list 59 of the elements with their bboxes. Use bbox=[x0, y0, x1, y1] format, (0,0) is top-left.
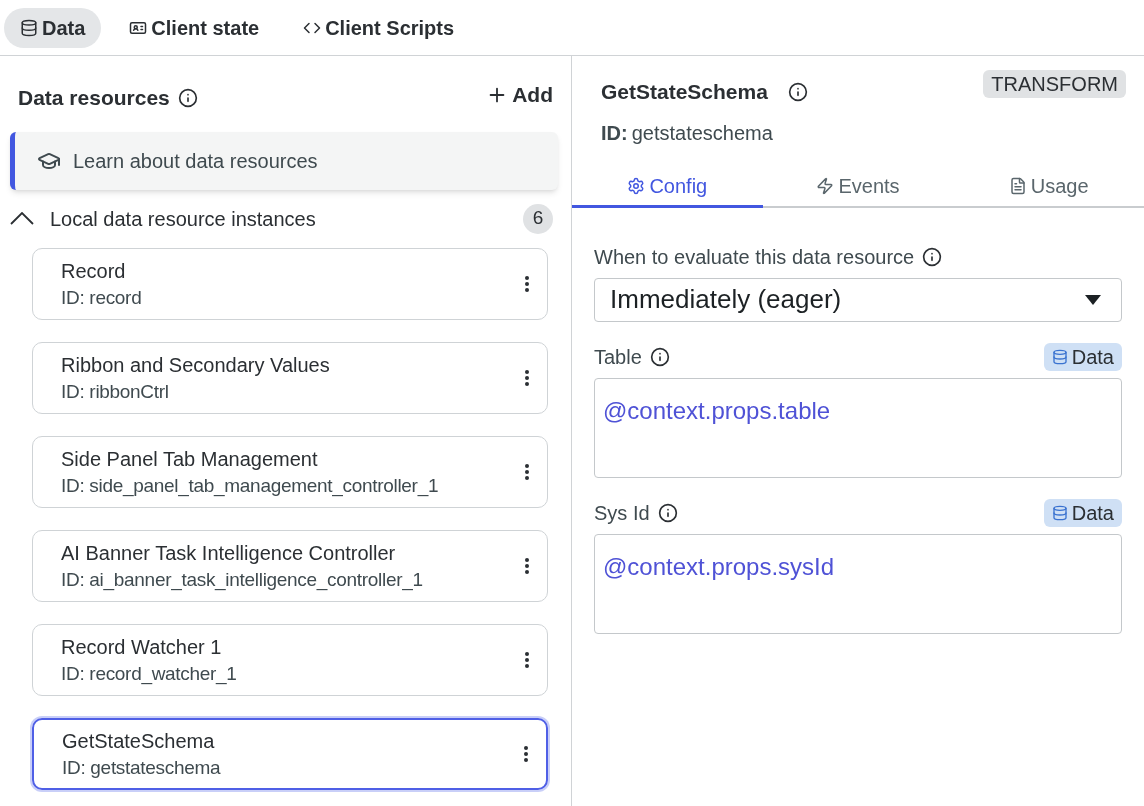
more-icon bbox=[525, 275, 529, 292]
more-icon bbox=[524, 745, 528, 762]
more-icon bbox=[525, 557, 529, 574]
info-icon bbox=[657, 502, 678, 523]
more-icon bbox=[525, 463, 529, 480]
resource-name: Record Watcher 1 bbox=[61, 634, 223, 660]
section-toggle[interactable]: Local data resource instances bbox=[10, 203, 316, 234]
resource-id: ID: side_panel_tab_management_controller_1 bbox=[61, 473, 440, 499]
info-icon bbox=[649, 346, 670, 367]
database-icon bbox=[1051, 348, 1068, 365]
resource-id: ID: record bbox=[61, 285, 143, 310]
resource-id: ID: record_watcher_1 bbox=[61, 661, 238, 687]
resource-card[interactable]: Record Watcher 1 ID: record_watcher_1 bbox=[32, 623, 548, 696]
id-label: ID: bbox=[601, 120, 628, 146]
info-icon bbox=[177, 87, 198, 108]
top-tab[interactable]: Data bbox=[4, 7, 102, 48]
more-icon bbox=[525, 369, 529, 386]
field-label: When to evaluate this data resource bbox=[594, 244, 915, 270]
top-tab[interactable]: Client Scripts bbox=[287, 7, 471, 48]
top-tab[interactable]: Client state bbox=[113, 7, 276, 48]
field-label: Table bbox=[594, 344, 642, 370]
lightning-icon bbox=[816, 177, 835, 195]
resource-card[interactable]: GetStateSchema ID: getstateschema bbox=[32, 717, 548, 790]
resource-name: GetStateSchema bbox=[62, 728, 216, 754]
detail-tab[interactable]: Usage bbox=[953, 167, 1144, 208]
resource-card[interactable]: Side Panel Tab Management ID: side_panel_tab_management_controller_1 bbox=[32, 435, 548, 508]
resource-id: ID: ai_banner_task_intelligence_controller_1 bbox=[61, 567, 424, 593]
resource-id: ID: getstateschema bbox=[62, 755, 222, 780]
caret-icon bbox=[1085, 294, 1101, 305]
more-icon bbox=[525, 651, 529, 668]
evaluate-select[interactable]: Immediately (eager) bbox=[594, 277, 1122, 322]
resource-card[interactable]: Record ID: record bbox=[32, 247, 548, 320]
detail-tab[interactable]: Config bbox=[572, 167, 763, 208]
resource-name: Record bbox=[61, 258, 127, 284]
gear-icon bbox=[627, 177, 646, 195]
resource-name: Side Panel Tab Management bbox=[61, 446, 319, 472]
field-label: Sys Id bbox=[594, 500, 650, 526]
binding-field[interactable]: @context.props.table bbox=[594, 377, 1122, 478]
resource-name: AI Banner Task Intelligence Controller bbox=[61, 540, 397, 566]
add-button[interactable]: Add bbox=[486, 79, 553, 111]
count-badge: 6 bbox=[523, 203, 553, 234]
database-icon bbox=[1051, 504, 1068, 521]
data-badge: Data bbox=[1043, 342, 1122, 371]
panel-title: Data resources bbox=[18, 85, 170, 111]
resource-name: Ribbon and Secondary Values bbox=[61, 352, 331, 378]
resource-title: GetStateSchema bbox=[601, 79, 768, 105]
detail-tab[interactable]: Events bbox=[762, 167, 954, 208]
resource-card[interactable]: Ribbon and Secondary Values ID: ribbonCtrl bbox=[32, 341, 548, 414]
info-icon bbox=[787, 81, 808, 102]
resource-id: ID: ribbonCtrl bbox=[61, 379, 170, 404]
info-icon bbox=[922, 246, 943, 267]
id-value: getstateschema bbox=[631, 120, 773, 146]
binding-field[interactable]: @context.props.sysId bbox=[594, 533, 1122, 634]
database-icon bbox=[20, 18, 38, 37]
data-badge: Data bbox=[1043, 498, 1122, 527]
learn-link-card[interactable]: Learn about data resources bbox=[10, 131, 558, 190]
document-icon bbox=[1008, 177, 1027, 195]
type-badge: TRANSFORM bbox=[983, 70, 1126, 98]
resource-card[interactable]: AI Banner Task Intelligence Controller ID: ai_banner_task_intelligence_controller_1 bbox=[32, 529, 548, 602]
